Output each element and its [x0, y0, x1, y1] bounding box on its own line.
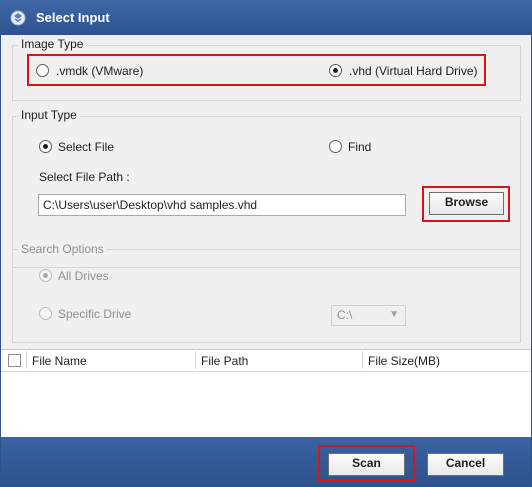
image-type-legend: Image Type	[18, 37, 87, 51]
vmdk-radio[interactable]	[36, 64, 49, 77]
dialog-body: Image Type .vmdk (VMware) .vhd (Virtual …	[0, 35, 532, 487]
column-separator	[195, 351, 196, 369]
cancel-button[interactable]: Cancel	[427, 453, 504, 476]
title-bar: Select Input	[0, 0, 532, 35]
search-options-group	[12, 249, 521, 343]
vmdk-label[interactable]: .vmdk (VMware)	[56, 64, 143, 78]
scan-button[interactable]: Scan	[328, 453, 405, 476]
browse-button[interactable]: Browse	[429, 192, 504, 215]
column-file-path[interactable]: File Path	[201, 354, 248, 368]
find-radio[interactable]	[329, 140, 342, 153]
chevron-down-icon: ▼	[389, 309, 399, 320]
file-path-input[interactable]: C:\Users\user\Desktop\vhd samples.vhd	[38, 194, 406, 216]
vhd-label[interactable]: .vhd (Virtual Hard Drive)	[349, 64, 477, 78]
drive-select-value: C:\	[337, 308, 353, 322]
column-separator	[26, 351, 27, 369]
select-file-radio[interactable]	[39, 140, 52, 153]
file-table[interactable]: File Name File Path File Size(MB)	[1, 349, 531, 437]
drive-select[interactable]: C:\ ▼	[331, 305, 406, 326]
column-file-size[interactable]: File Size(MB)	[368, 354, 440, 368]
search-options-legend: Search Options	[18, 242, 107, 256]
app-icon	[10, 10, 26, 26]
vhd-radio[interactable]	[329, 64, 342, 77]
file-path-label: Select File Path :	[39, 170, 130, 184]
all-drives-radio[interactable]	[39, 269, 52, 282]
column-separator	[362, 351, 363, 369]
all-drives-label[interactable]: All Drives	[58, 269, 109, 283]
input-type-legend: Input Type	[18, 108, 80, 122]
select-file-label[interactable]: Select File	[58, 140, 114, 154]
specific-drive-label[interactable]: Specific Drive	[58, 307, 131, 321]
specific-drive-radio[interactable]	[39, 307, 52, 320]
select-all-checkbox[interactable]	[8, 354, 21, 367]
column-file-name[interactable]: File Name	[32, 354, 87, 368]
window-title: Select Input	[36, 10, 110, 25]
file-table-header: File Name File Path File Size(MB)	[1, 350, 531, 372]
find-label[interactable]: Find	[348, 140, 371, 154]
